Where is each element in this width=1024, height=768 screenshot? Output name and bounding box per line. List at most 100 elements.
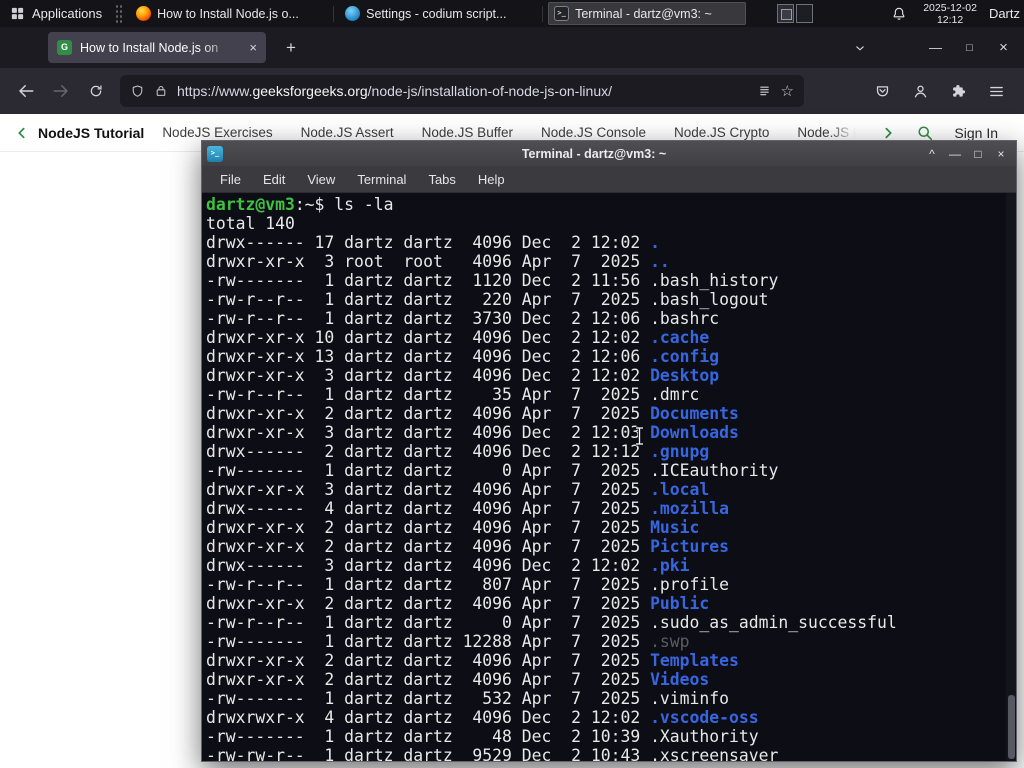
browser-navbar: https://www.geeksforgeeks.org/node-js/in… xyxy=(0,68,1024,114)
task-button-label: Settings - codium script... xyxy=(366,6,507,21)
terminal-maximize-button[interactable]: □ xyxy=(968,144,988,163)
terminal-icon: >_ xyxy=(554,6,570,21)
ls-row-filename: Music xyxy=(650,518,700,537)
task-button-firefox[interactable]: How to Install Node.js o... xyxy=(130,2,328,25)
ls-row-meta: -rw-r--r-- 1 dartz dartz 3730 Dec 2 12:0… xyxy=(206,309,651,328)
window-maximize-button[interactable]: □ xyxy=(953,27,986,68)
prompt-suffix: :~$ xyxy=(294,195,335,214)
terminal-ls-row: drwxr-xr-x 3 dartz dartz 4096 Apr 7 2025… xyxy=(206,480,897,499)
ls-row-meta: drwxrwxr-x 4 dartz dartz 4096 Dec 2 12:0… xyxy=(206,708,651,727)
https-lock-icon[interactable] xyxy=(154,84,168,98)
panel-clock[interactable]: 2025-12-02 12:12 xyxy=(923,2,977,26)
terminal-menu-tabs[interactable]: Tabs xyxy=(418,169,465,190)
chevron-left-icon xyxy=(18,127,25,138)
task-button-settings[interactable]: Settings - codium script... xyxy=(339,2,537,25)
applications-label: Applications xyxy=(32,6,103,21)
gfg-nav-link[interactable]: Node.JS DNS xyxy=(797,125,856,140)
gfg-nav-link[interactable]: Node.JS Crypto xyxy=(674,125,769,140)
ls-row-meta: drwx------ 4 dartz dartz 4096 Apr 7 2025 xyxy=(206,499,651,518)
terminal-close-button[interactable]: × xyxy=(991,144,1011,163)
forward-button[interactable] xyxy=(45,75,77,107)
terminal-minimize-button[interactable]: — xyxy=(945,144,965,163)
tracking-shield-icon[interactable] xyxy=(130,84,145,99)
top-panel: Applications How to Install Node.js o...… xyxy=(0,0,1024,27)
back-button[interactable] xyxy=(10,75,42,107)
terminal-ls-row: -rw-r--r-- 1 dartz dartz 35 Apr 7 2025 .… xyxy=(206,385,897,404)
terminal-body[interactable]: dartz@vm3:~$ ls -la total 140 drwx------ 1… xyxy=(202,193,1016,761)
panel-task-list: How to Install Node.js o... Settings - co… xyxy=(125,0,751,27)
terminal-ls-row: drwxr-xr-x 2 dartz dartz 4096 Apr 7 2025… xyxy=(206,518,897,537)
terminal-ls-row: -rw------- 1 dartz dartz 1120 Dec 2 11:5… xyxy=(206,271,897,290)
gfg-nav-link[interactable]: NodeJS Exercises xyxy=(162,125,272,140)
account-icon[interactable] xyxy=(904,75,936,107)
gfg-nav-link[interactable]: Node.JS Console xyxy=(541,125,646,140)
window-minimize-button[interactable]: — xyxy=(919,27,952,68)
terminal-ls-row: -rw------- 1 dartz dartz 0 Apr 7 2025 .I… xyxy=(206,461,897,480)
ls-row-meta: -rw-r--r-- 1 dartz dartz 220 Apr 7 2025 xyxy=(206,290,651,309)
terminal-ls-row: -rw-r--r-- 1 dartz dartz 807 Apr 7 2025 … xyxy=(206,575,897,594)
nav-scroll-right-button[interactable] xyxy=(880,125,896,141)
reader-mode-icon[interactable] xyxy=(757,84,772,99)
extensions-icon[interactable] xyxy=(942,75,974,107)
ls-row-filename: Pictures xyxy=(650,537,730,556)
back-arrow-icon xyxy=(19,85,34,97)
pocket-icon[interactable] xyxy=(866,75,898,107)
gfg-nav-link[interactable]: Node.JS Buffer xyxy=(422,125,513,140)
terminal-ls-row: -rw-r--r-- 1 dartz dartz 220 Apr 7 2025 … xyxy=(206,290,897,309)
ls-row-meta: drwx------ 3 dartz dartz 4096 Dec 2 12:0… xyxy=(206,556,651,575)
terminal-ls-row: -rw-r--r-- 1 dartz dartz 0 Apr 7 2025 .s… xyxy=(206,613,897,632)
workspace-pager[interactable] xyxy=(777,4,814,23)
ls-row-filename: .bashrc xyxy=(650,309,720,328)
ls-row-meta: -rw------- 1 dartz dartz 0 Apr 7 2025 xyxy=(206,461,651,480)
ls-row-meta: -rw-r--r-- 1 dartz dartz 807 Apr 7 2025 xyxy=(206,575,651,594)
applications-menu-button[interactable]: Applications xyxy=(0,0,112,27)
list-all-tabs-button[interactable] xyxy=(846,34,874,62)
terminal-ls-row: drwx------ 3 dartz dartz 4096 Dec 2 12:0… xyxy=(206,556,897,575)
gfg-search-button[interactable] xyxy=(916,124,934,142)
ls-row-filename: .local xyxy=(650,480,710,499)
ls-row-meta: drwxr-xr-x 3 dartz dartz 4096 Dec 2 12:0… xyxy=(206,366,651,385)
reload-button[interactable] xyxy=(80,75,112,107)
terminal-menu-file[interactable]: File xyxy=(210,169,251,190)
bookmark-star-icon[interactable]: ☆ xyxy=(781,82,794,100)
terminal-ls-row: -rw-rw-r-- 1 dartz dartz 9529 Dec 2 10:4… xyxy=(206,746,897,761)
ls-row-meta: drwxr-xr-x 13 dartz dartz 4096 Dec 2 12:… xyxy=(206,347,651,366)
sign-in-button[interactable]: Sign In xyxy=(954,125,998,141)
url-text[interactable]: https://www.geeksforgeeks.org/node-js/in… xyxy=(177,83,748,99)
terminal-scrollbar[interactable] xyxy=(1006,193,1016,761)
gfg-right-group: Sign In xyxy=(880,124,1010,142)
terminal-menu-terminal[interactable]: Terminal xyxy=(347,169,416,190)
terminal-menu-help[interactable]: Help xyxy=(468,169,515,190)
task-button-terminal[interactable]: >_ Terminal - dartz@vm3: ~ xyxy=(548,2,747,25)
browser-tab[interactable]: G How to Install Node.js on × xyxy=(48,32,266,63)
terminal-menu-view[interactable]: View xyxy=(297,169,345,190)
gfg-primary-link[interactable]: NodeJS Tutorial xyxy=(38,125,144,141)
menu-hamburger-icon[interactable] xyxy=(980,75,1012,107)
nav-scroll-left-button[interactable] xyxy=(14,125,30,141)
ls-row-filename: .mozilla xyxy=(650,499,730,518)
task-button-label: How to Install Node.js o... xyxy=(157,6,299,21)
clock-date: 2025-12-02 xyxy=(923,1,977,14)
terminal-ls-row: drwxrwxr-x 4 dartz dartz 4096 Dec 2 12:0… xyxy=(206,708,897,727)
terminal-menu-edit[interactable]: Edit xyxy=(253,169,295,190)
terminal-shade-button[interactable]: ^ xyxy=(922,144,942,163)
url-bar[interactable]: https://www.geeksforgeeks.org/node-js/in… xyxy=(120,75,804,107)
ls-row-meta: drwxr-xr-x 2 dartz dartz 4096 Apr 7 2025 xyxy=(206,594,651,613)
window-close-button[interactable]: × xyxy=(987,27,1020,68)
ls-row-meta: drwxr-xr-x 10 dartz dartz 4096 Dec 2 12:… xyxy=(206,328,651,347)
ls-row-filename: .viminfo xyxy=(650,689,730,708)
ls-row-meta: drwxr-xr-x 2 dartz dartz 4096 Apr 7 2025 xyxy=(206,537,651,556)
workspace-cell-active[interactable] xyxy=(777,4,795,23)
terminal-window: >_ Terminal - dartz@vm3: ~ ^ — □ × File E… xyxy=(201,140,1017,762)
scrollbar-thumb[interactable] xyxy=(1008,695,1015,759)
notifications-button[interactable] xyxy=(891,6,907,22)
terminal-ls-row: drwxr-xr-x 2 dartz dartz 4096 Apr 7 2025… xyxy=(206,670,897,689)
gfg-nav-link[interactable]: Node.JS Assert xyxy=(301,125,394,140)
terminal-titlebar[interactable]: >_ Terminal - dartz@vm3: ~ ^ — □ × xyxy=(202,141,1016,166)
ls-row-filename: Desktop xyxy=(650,366,720,385)
new-tab-button[interactable]: + xyxy=(277,34,305,62)
ls-row-filename: .Xauthority xyxy=(650,727,759,746)
workspace-cell[interactable] xyxy=(796,4,814,23)
tab-close-icon[interactable]: × xyxy=(249,40,257,55)
person-glyph xyxy=(914,85,926,97)
